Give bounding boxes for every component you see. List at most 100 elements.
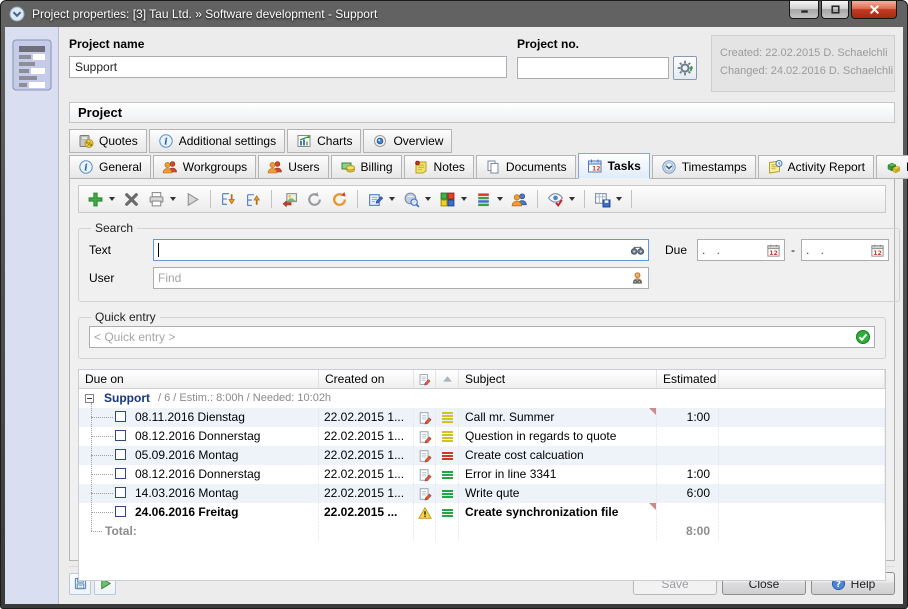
project-no-input[interactable] (517, 57, 669, 79)
subject-cell: Create synchronization file (459, 503, 657, 522)
tab-additional-settings[interactable]: iAdditional settings (149, 129, 285, 153)
blank-cell (719, 465, 885, 484)
dropdown-arrow-icon[interactable] (497, 197, 503, 201)
add-button[interactable] (83, 187, 119, 211)
due-to-field: 12 (801, 239, 889, 261)
tree-connector (91, 512, 113, 513)
tab-users[interactable]: Users (258, 155, 328, 179)
dropdown-arrow-icon[interactable] (616, 197, 622, 201)
move-down-button[interactable] (216, 187, 241, 211)
grid-layout-button[interactable] (590, 187, 626, 211)
dropdown-arrow-icon[interactable] (389, 197, 395, 201)
due-from-calendar-button[interactable]: 12 (762, 241, 784, 259)
dropdown-arrow-icon[interactable] (569, 197, 575, 201)
search-user-input[interactable] (154, 269, 626, 287)
tab-workgroups[interactable]: Workgroups (153, 155, 256, 179)
delete-button[interactable] (119, 187, 144, 211)
task-row[interactable]: 08.12.2016 Donnerstag22.02.2015 1...Ques… (79, 427, 885, 446)
close-button[interactable] (851, 1, 897, 19)
blank-cell (719, 484, 885, 503)
status-cell (414, 484, 436, 503)
task-checkbox[interactable] (115, 430, 126, 441)
tab-timestamps[interactable]: Timestamps (652, 155, 756, 179)
sync-button[interactable] (327, 187, 352, 211)
start-button[interactable] (180, 187, 205, 211)
search-group-label: Search (91, 221, 137, 235)
estimated-cell: 1:00 (657, 465, 719, 484)
quick-entry-confirm-button[interactable] (852, 328, 874, 346)
activity-report-icon (767, 159, 783, 175)
find-user-button[interactable] (626, 269, 648, 287)
tab-tasks[interactable]: 12Tasks (578, 153, 650, 179)
due-to-input[interactable] (802, 241, 866, 259)
project-no-generate-button[interactable] (673, 56, 697, 80)
color-code-button[interactable] (435, 187, 471, 211)
task-row[interactable]: 08.11.2016 Dienstag22.02.2015 1...Call m… (79, 408, 885, 427)
edit-icon (418, 487, 432, 501)
tab-activity-report[interactable]: Activity Report (758, 155, 874, 179)
group-row[interactable]: Support/ 6 / Estim.: 8:00h / Needed: 10:… (79, 389, 885, 408)
move-up-button[interactable] (241, 187, 266, 211)
task-row[interactable]: 08.12.2016 Donnerstag22.02.2015 1...Erro… (79, 465, 885, 484)
search-text-input[interactable] (159, 241, 626, 259)
calendar-icon: 12 (870, 243, 885, 258)
sync-icon (331, 191, 348, 208)
column-header-created-on[interactable]: Created on (319, 370, 414, 388)
column-header-status[interactable] (414, 370, 436, 388)
table-header: Due onCreated on SubjectEstimated (79, 370, 885, 389)
column-header-priority[interactable] (436, 370, 459, 388)
status-cell (414, 503, 436, 522)
maximize-button[interactable] (821, 1, 849, 19)
priority-green-icon (442, 490, 453, 498)
section-header: Project (69, 102, 895, 123)
screenshot-button[interactable] (277, 187, 302, 211)
print-button[interactable] (144, 187, 180, 211)
task-checkbox[interactable] (115, 487, 126, 498)
tab-charts[interactable]: Charts (287, 129, 361, 153)
note-marker-icon (649, 503, 656, 510)
column-header-estimated[interactable]: Estimated (657, 370, 719, 388)
due-from-input[interactable] (698, 241, 762, 259)
quick-entry-input[interactable] (90, 328, 852, 346)
task-checkbox[interactable] (115, 449, 126, 460)
edit-button[interactable] (363, 187, 399, 211)
tab-notes[interactable]: Notes (404, 155, 474, 179)
task-checkbox[interactable] (115, 468, 126, 479)
task-row[interactable]: 24.06.2016 Freitag22.02.2015 ...Create s… (79, 503, 885, 522)
users-button[interactable] (507, 187, 532, 211)
quick-entry-field (89, 326, 875, 348)
group-expander[interactable] (85, 394, 94, 403)
column-header-due-on[interactable]: Due on (79, 370, 319, 388)
toolbar-separator (584, 190, 585, 208)
due-to-calendar-button[interactable]: 12 (866, 241, 888, 259)
project-name-input[interactable] (69, 56, 507, 78)
color-grid-icon (439, 191, 456, 208)
priority-button[interactable] (471, 187, 507, 211)
search-button[interactable] (399, 187, 435, 211)
dropdown-arrow-icon[interactable] (170, 197, 176, 201)
tree-connector (91, 474, 113, 475)
column-header-subject[interactable]: Subject (459, 370, 657, 388)
task-row[interactable]: 14.03.2016 Montag22.02.2015 1...Write qu… (79, 484, 885, 503)
tab-reimbursables[interactable]: Reimbursables (876, 155, 908, 179)
minimize-button[interactable] (789, 1, 819, 19)
tab-general[interactable]: iGeneral (69, 155, 151, 179)
created-date: 22.02.2015 1... (319, 446, 414, 465)
tab-quotes[interactable]: %Quotes (69, 129, 147, 153)
task-checkbox[interactable] (115, 411, 126, 422)
titlebar[interactable]: Project properties: [3] Tau Ltd. » Softw… (1, 1, 907, 27)
section-title: Project (78, 105, 122, 120)
tab-overview[interactable]: Overview (363, 129, 452, 153)
tab-billing[interactable]: Billing (331, 155, 402, 179)
tasks-table: Due onCreated on SubjectEstimatedSupport/… (78, 369, 886, 581)
task-checkbox[interactable] (115, 506, 126, 517)
edit-icon (418, 373, 431, 386)
dropdown-arrow-icon[interactable] (109, 197, 115, 201)
task-row[interactable]: 05.09.2016 Montag22.02.2015 1...Create c… (79, 446, 885, 465)
tab-documents[interactable]: Documents (476, 155, 576, 179)
dropdown-arrow-icon[interactable] (461, 197, 467, 201)
printer-icon (148, 191, 165, 208)
view-options-button[interactable] (543, 187, 579, 211)
dropdown-arrow-icon[interactable] (425, 197, 431, 201)
refresh-button[interactable] (302, 187, 327, 211)
